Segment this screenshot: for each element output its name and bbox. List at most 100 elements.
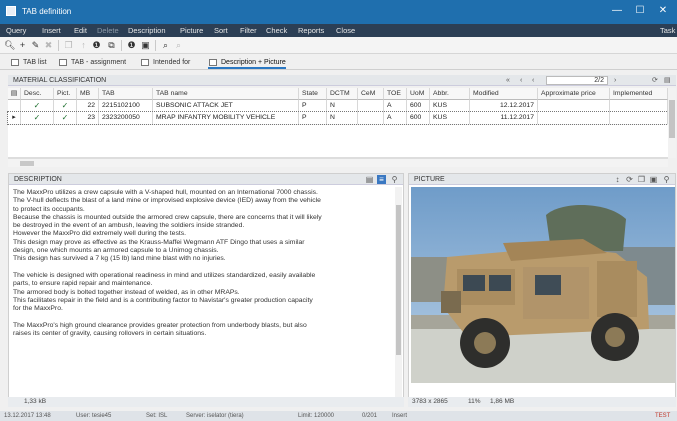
picture-panel: PICTURE ↕ ⟳ ❐ ▣ ⚲ [408, 173, 676, 398]
table-row[interactable]: ✓ ✓ 22 2215102100 SUBSONIC ATTACK JET P … [8, 100, 668, 112]
format-icon[interactable]: ▤ [365, 175, 374, 184]
menu-edit[interactable]: Edit [74, 26, 87, 35]
edit-mode-icon[interactable]: ≡ [377, 175, 386, 184]
close-button[interactable]: ✕ [656, 5, 670, 17]
scrollbar-thumb[interactable] [396, 205, 401, 355]
desc-checkbox[interactable]: ✓ [21, 112, 54, 124]
description-line: Because the chassis is mounted outside t… [13, 213, 322, 221]
section-title: MATERIAL CLASSIFICATION [13, 77, 107, 84]
column-header-desc[interactable]: Desc. [21, 88, 54, 100]
menu-query[interactable]: Query [6, 26, 26, 35]
pin-icon[interactable]: ⚲ [390, 175, 399, 184]
menu-task[interactable]: Task [660, 26, 675, 35]
description-line: be destroyed in the event of an ambush, … [13, 222, 245, 230]
app-icon [6, 6, 16, 16]
state-cell: P [299, 100, 327, 112]
cem-cell [358, 100, 384, 112]
description-line: This design has survived a 7 kg (15 lb) … [13, 255, 226, 263]
menu-delete[interactable]: Delete [97, 26, 119, 35]
page-indicator[interactable]: 2/2 [546, 76, 608, 85]
copy-icon[interactable]: ❐ [637, 175, 646, 184]
info-alt-icon[interactable]: ❶ [126, 40, 137, 51]
menu-reports[interactable]: Reports [298, 26, 324, 35]
column-header-implemented[interactable]: Implemented [610, 88, 668, 100]
refresh-icon[interactable]: ⟳ [652, 75, 658, 86]
menu-description[interactable]: Description [128, 26, 166, 35]
column-header-mb[interactable]: MB [77, 88, 99, 100]
picture-header: PICTURE ↕ ⟳ ❐ ▣ ⚲ [409, 174, 675, 185]
toolbar-separator [121, 40, 122, 51]
duplicate-icon[interactable]: ⧉ [106, 40, 117, 51]
table-vertical-scrollbar[interactable] [668, 88, 676, 158]
toe-cell: A [384, 112, 407, 124]
copy-icon[interactable]: ❐ [63, 40, 74, 51]
rotate-icon[interactable]: ↕ [613, 175, 622, 184]
price-cell [538, 100, 610, 112]
tab-label: Description + Picture [221, 59, 286, 66]
next-page-icon[interactable]: › [614, 75, 616, 86]
menu-check[interactable]: Check [266, 26, 287, 35]
tab-label: TAB list [23, 59, 47, 66]
column-header-toe[interactable]: TOE [384, 88, 407, 100]
table-icon [209, 59, 217, 66]
column-header-modified[interactable]: Modified [470, 88, 538, 100]
picture-dimensions: 3783 x 2865 [412, 398, 448, 405]
column-header-uom[interactable]: UoM [407, 88, 430, 100]
tab-tab-list[interactable]: TAB list [10, 56, 47, 69]
column-header-tab[interactable]: TAB [99, 88, 153, 100]
maximize-button[interactable]: ☐ [633, 5, 647, 17]
column-header-state[interactable]: State [299, 88, 327, 100]
previous-page-icon[interactable]: ‹ [520, 75, 522, 86]
menu-sort[interactable]: Sort [214, 26, 228, 35]
menu-close[interactable]: Close [336, 26, 355, 35]
table-empty-area [8, 125, 668, 158]
column-header-pict[interactable]: Pict. [54, 88, 77, 100]
pin-icon[interactable]: ⚲ [662, 175, 671, 184]
edit-icon[interactable]: ✎ [30, 40, 41, 51]
description-line: design, one which mounts an armored caps… [13, 247, 219, 255]
menu-insert[interactable]: Insert [42, 26, 61, 35]
menu-picture[interactable]: Picture [180, 26, 203, 35]
image-icon[interactable]: ▣ [649, 175, 658, 184]
add-icon[interactable]: + [17, 40, 28, 51]
tab-description-picture[interactable]: Description + Picture [208, 56, 286, 69]
abbr-cell: KUS [430, 100, 470, 112]
settings-icon[interactable]: ▤ [664, 75, 671, 86]
row-selector-current[interactable]: ▸ [8, 112, 21, 124]
table-row[interactable]: ▸ ✓ ✓ 23 2323200050 MRAP INFANTRY MOBILI… [7, 111, 669, 125]
menu-filter[interactable]: Filter [240, 26, 257, 35]
scrollbar-thumb[interactable] [20, 161, 34, 166]
table-horizontal-scrollbar[interactable] [8, 158, 668, 167]
row-selector[interactable] [8, 100, 21, 112]
export-icon[interactable]: ↑ [78, 40, 89, 51]
vehicle-photo[interactable] [411, 187, 675, 383]
minimize-button[interactable]: — [610, 5, 624, 17]
refresh-icon[interactable]: ⟳ [625, 175, 634, 184]
zoom-out-icon[interactable]: ⌕ [173, 40, 184, 51]
scrollbar-thumb[interactable] [669, 100, 675, 138]
description-line: The vehicle is designed with operational… [13, 271, 316, 279]
column-header-abbr[interactable]: Abbr. [430, 88, 470, 100]
back-icon[interactable]: ‹ [532, 75, 534, 86]
column-header-price[interactable]: Approximate price [538, 88, 610, 100]
search-icon[interactable]: 🔍︎ [4, 40, 15, 51]
column-header-tab-name[interactable]: TAB name [153, 88, 299, 100]
first-page-icon[interactable]: « [506, 75, 510, 86]
description-line: This facilitates repair in the field and… [13, 296, 313, 304]
tab-tab-assignment[interactable]: TAB - assignment [58, 56, 126, 69]
toolbar: 🔍︎ + ✎ ✖ ❐ ↑ ❶ ⧉ ❶ ▣ ⌕ ⌕ [0, 37, 677, 54]
column-header-dctm[interactable]: DCTM [327, 88, 358, 100]
column-header-cem[interactable]: CeM [358, 88, 384, 100]
description-scrollbar[interactable] [395, 187, 402, 397]
save-icon[interactable]: ▣ [140, 40, 151, 51]
desc-checkbox[interactable]: ✓ [21, 100, 54, 112]
info-icon[interactable]: ❶ [91, 40, 102, 51]
tab-intended-for[interactable]: Intended for [140, 56, 190, 69]
cem-cell [358, 112, 384, 124]
description-text[interactable]: The MaxxPro utilizes a crew capsule with… [13, 189, 393, 338]
description-infobar: 1,33 kB [8, 397, 404, 407]
delete-icon[interactable]: ✖ [43, 40, 54, 51]
implemented-cell [610, 100, 668, 112]
zoom-icon[interactable]: ⌕ [160, 40, 171, 51]
description-line: The armored body is bolted together inst… [13, 288, 240, 296]
